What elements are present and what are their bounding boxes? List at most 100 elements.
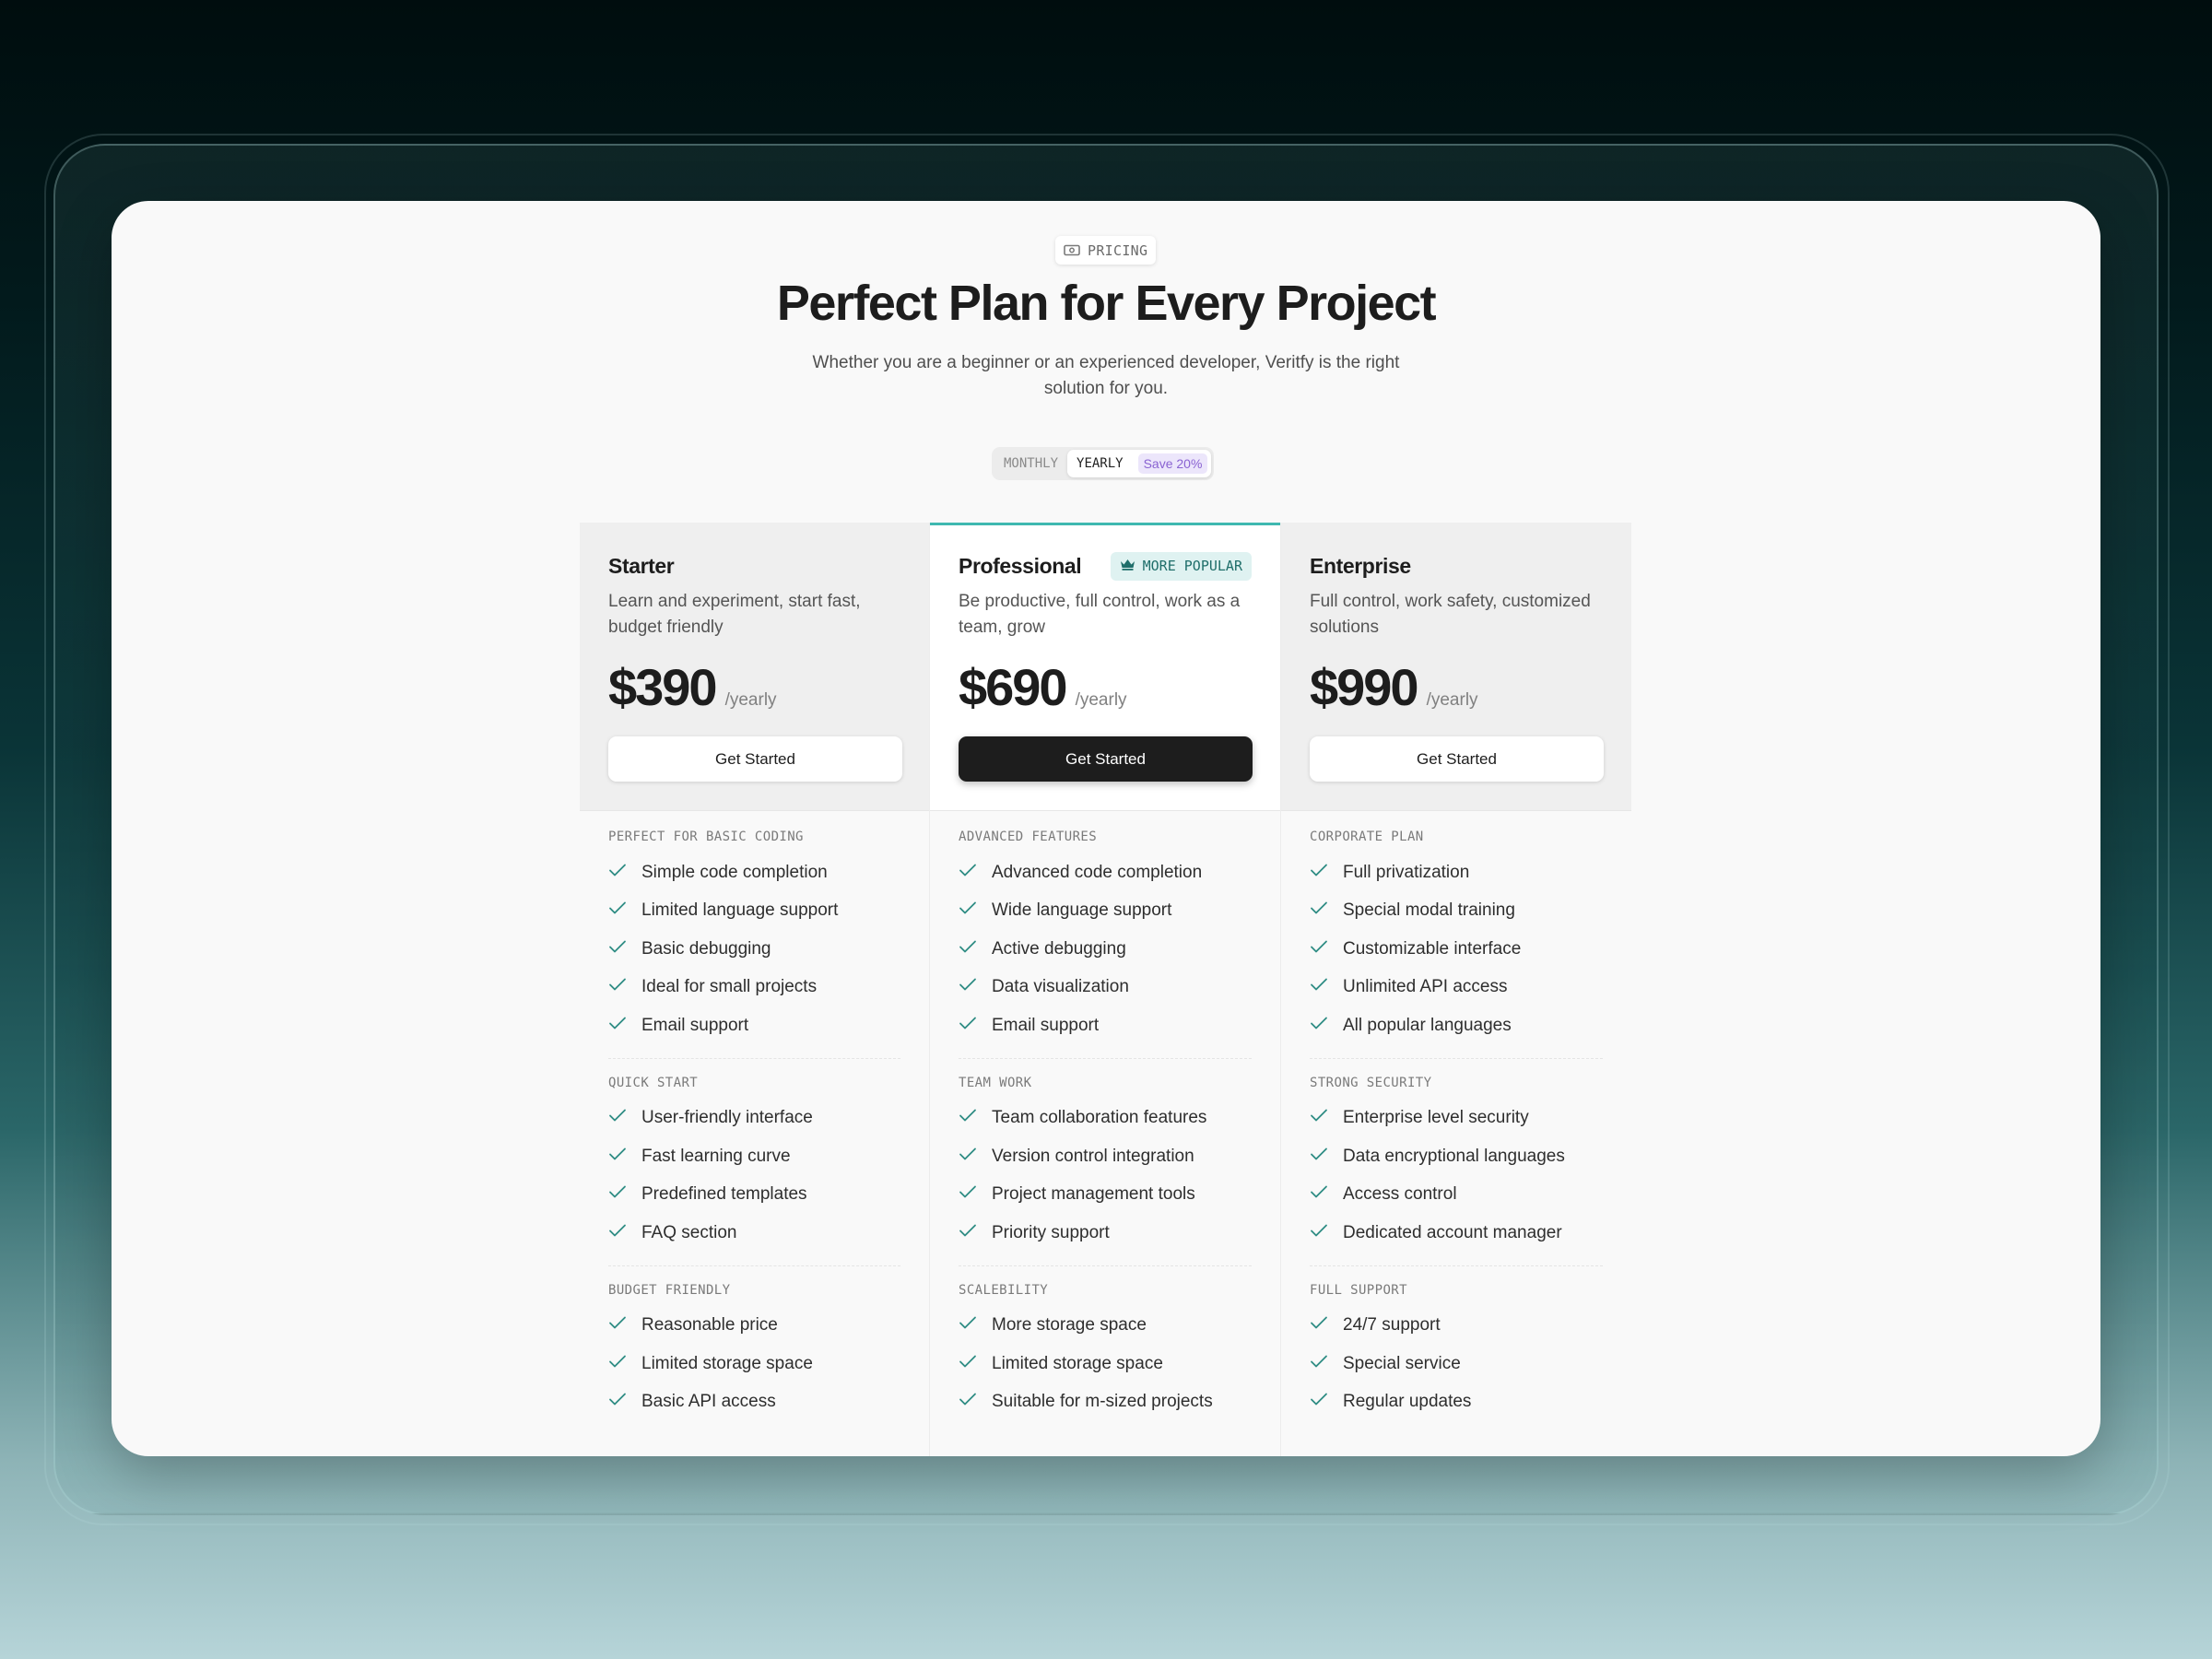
check-icon — [608, 1184, 627, 1205]
feature-item: Special modal training — [1310, 892, 1603, 931]
feature-label: Special service — [1343, 1353, 1461, 1373]
feature-group-title: ADVANCED FEATURES — [959, 830, 1098, 844]
check-icon — [959, 1184, 977, 1205]
feature-item: Suitable for m-sized projects — [959, 1383, 1252, 1422]
feature-label: More storage space — [992, 1315, 1147, 1335]
feature-item: Access control — [1310, 1176, 1603, 1215]
feature-item: Regular updates — [1310, 1383, 1603, 1422]
feature-group-title: QUICK START — [608, 1075, 699, 1090]
feature-item: Priority support — [959, 1214, 1252, 1253]
check-icon — [608, 1108, 627, 1128]
plan-header: Starter Learn and experiment, start fast… — [580, 523, 929, 811]
feature-item: Email support — [959, 1006, 1252, 1045]
plan-name: Starter — [608, 553, 675, 578]
feature-group-title: FULL SUPPORT — [1310, 1282, 1407, 1298]
check-icon — [608, 1392, 627, 1412]
feature-label: Data visualization — [992, 977, 1129, 997]
feature-item: Customizable interface — [1310, 930, 1603, 969]
check-icon — [959, 863, 977, 883]
feature-item: Advanced code completion — [959, 853, 1252, 892]
feature-item: Unlimited API access — [1310, 969, 1603, 1007]
feature-item: Version control integration — [959, 1137, 1252, 1176]
get-started-button[interactable]: Get Started — [1310, 736, 1604, 782]
plan-header: Professional MORE POPULAR Be productive,… — [930, 523, 1280, 811]
check-icon — [608, 863, 627, 883]
plan-starter: Starter Learn and experiment, start fast… — [580, 523, 930, 1456]
feature-item: Project management tools — [959, 1176, 1252, 1215]
billing-toggle: MONTHLY YEARLY Save 20% — [992, 447, 1215, 480]
feature-item: FAQ section — [608, 1214, 900, 1253]
feature-label: Reasonable price — [641, 1315, 778, 1335]
feature-group-title: PERFECT FOR BASIC CODING — [608, 830, 804, 844]
feature-item: Wide language support — [959, 892, 1252, 931]
feature-group: CORPORATE PLAN Full privatization Special … — [1310, 830, 1603, 1058]
check-icon — [1310, 863, 1328, 883]
feature-group-title: STRONG SECURITY — [1310, 1075, 1432, 1090]
feature-item: Basic debugging — [608, 930, 900, 969]
feature-item: Dedicated account manager — [1310, 1214, 1603, 1253]
check-icon — [1310, 1223, 1328, 1243]
save-badge: Save 20% — [1137, 453, 1208, 474]
feature-label: Ideal for small projects — [641, 977, 818, 997]
feature-item: Simple code completion — [608, 853, 900, 892]
feature-label: Limited storage space — [641, 1353, 813, 1373]
check-icon — [959, 1016, 977, 1036]
feature-label: Limited language support — [641, 900, 839, 921]
feature-item: Team collaboration features — [959, 1100, 1252, 1138]
check-icon — [1310, 977, 1328, 997]
feature-item: Special service — [1310, 1345, 1603, 1383]
feature-item: Reasonable price — [608, 1307, 900, 1346]
feature-label: Wide language support — [992, 900, 1172, 921]
feature-label: Data encryptional languages — [1343, 1146, 1565, 1166]
feature-label: Priority support — [992, 1222, 1110, 1242]
check-icon — [1310, 1016, 1328, 1036]
feature-group-title: SCALEBILITY — [959, 1282, 1049, 1298]
feature-label: Email support — [992, 1015, 1100, 1035]
feature-item: Ideal for small projects — [608, 969, 900, 1007]
feature-label: Regular updates — [1343, 1392, 1472, 1412]
feature-group: BUDGET FRIENDLY Reasonable price Limited s… — [608, 1265, 900, 1435]
plan-name: Professional — [959, 553, 1082, 578]
plan-features: CORPORATE PLAN Full privatization Special … — [1281, 811, 1631, 1434]
get-started-button[interactable]: Get Started — [608, 736, 902, 782]
check-icon — [1310, 1392, 1328, 1412]
check-icon — [959, 1315, 977, 1335]
feature-item: Fast learning curve — [608, 1137, 900, 1176]
page-subtitle: Whether you are a beginner or an experie… — [812, 353, 1400, 398]
feature-label: Suitable for m-sized projects — [992, 1392, 1213, 1412]
feature-label: Unlimited API access — [1343, 977, 1508, 997]
plan-period: /yearly — [1426, 690, 1478, 710]
feature-label: Enterprise level security — [1343, 1108, 1529, 1128]
feature-label: Customizable interface — [1343, 938, 1522, 959]
check-icon — [959, 900, 977, 921]
check-icon — [608, 900, 627, 921]
feature-group-title: BUDGET FRIENDLY — [608, 1282, 731, 1298]
plan-description: Full control, work safety, customized so… — [1310, 592, 1591, 637]
toggle-yearly[interactable]: YEARLY Save 20% — [1067, 450, 1212, 477]
feature-label: Special modal training — [1343, 900, 1515, 921]
check-icon — [608, 1354, 627, 1374]
get-started-button[interactable]: Get Started — [959, 736, 1253, 782]
feature-item: Full privatization — [1310, 853, 1603, 892]
check-icon — [959, 977, 977, 997]
plan-features: PERFECT FOR BASIC CODING Simple code comp… — [580, 811, 929, 1434]
feature-item: 24/7 support — [1310, 1307, 1603, 1346]
check-icon — [608, 1315, 627, 1335]
plan-enterprise: Enterprise Full control, work safety, cu… — [1281, 523, 1631, 1456]
feature-item: Predefined templates — [608, 1176, 900, 1215]
feature-item: Limited storage space — [959, 1345, 1252, 1383]
check-icon — [1310, 1108, 1328, 1128]
feature-item: More storage space — [959, 1307, 1252, 1346]
check-icon — [1310, 1184, 1328, 1205]
feature-item: Email support — [608, 1006, 900, 1045]
toggle-monthly[interactable]: MONTHLY — [994, 450, 1067, 477]
feature-item: Limited language support — [608, 892, 900, 931]
feature-label: All popular languages — [1343, 1015, 1512, 1035]
check-icon — [959, 939, 977, 959]
check-icon — [1310, 939, 1328, 959]
feature-group-title: CORPORATE PLAN — [1310, 830, 1424, 844]
plan-price: $390 — [608, 658, 718, 716]
check-icon — [1310, 1147, 1328, 1167]
feature-label: Active debugging — [992, 938, 1126, 959]
feature-item: Basic API access — [608, 1383, 900, 1422]
